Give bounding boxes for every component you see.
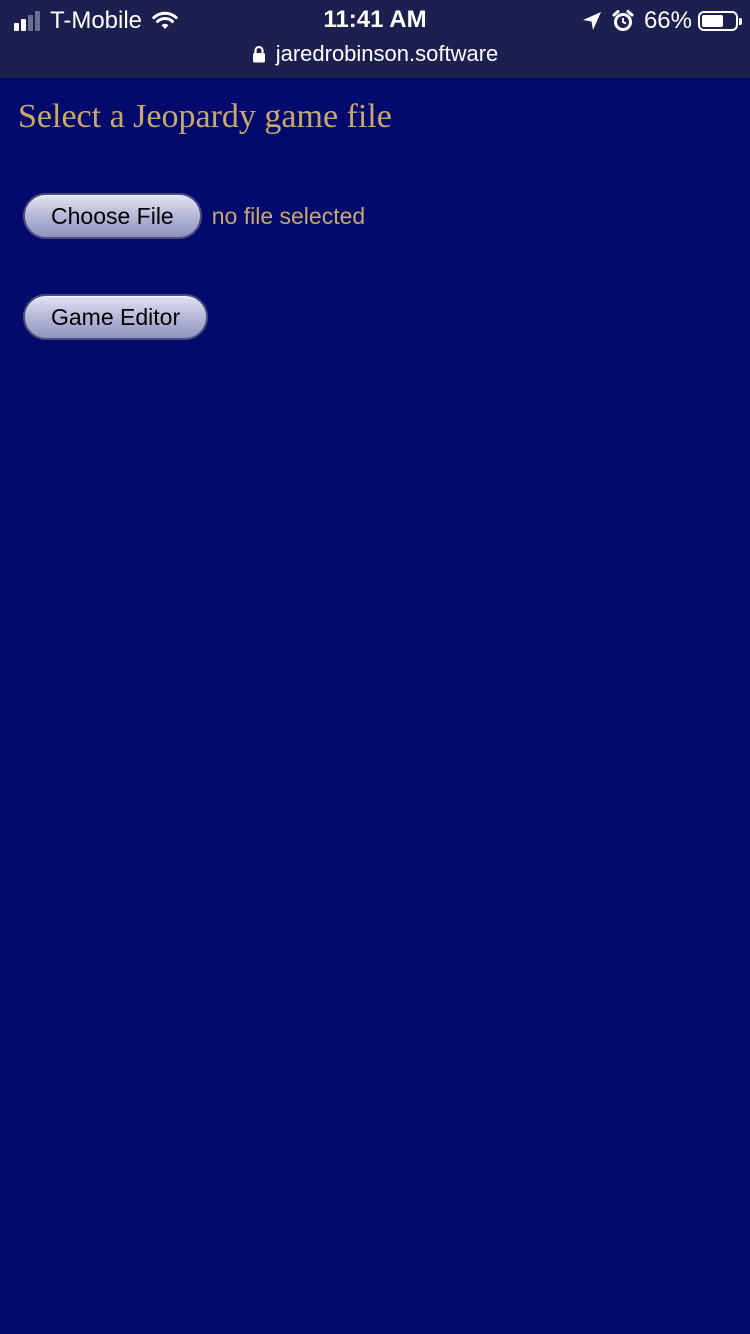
alarm-icon [612,10,634,31]
file-input-row: Choose File no file selected [23,193,365,239]
status-right: 66% [582,6,742,36]
battery-icon [698,11,742,31]
url-text: jaredrobinson.software [275,41,499,66]
file-status-text: no file selected [211,202,366,229]
battery-percent: 66% [643,7,692,34]
lock-icon [252,45,265,63]
url-bar[interactable]: jaredrobinson.software [0,38,750,70]
page-title: Select a Jeopardy game file [18,98,392,135]
game-editor-button[interactable]: Game Editor [23,294,209,340]
location-arrow-icon [582,12,601,30]
choose-file-button[interactable]: Choose File [23,193,202,239]
status-bar: T-Mobile 11:41 AM 66% jaredrobinson.soft… [0,0,750,78]
page-content: Select a Jeopardy game file Choose File … [0,78,750,1334]
